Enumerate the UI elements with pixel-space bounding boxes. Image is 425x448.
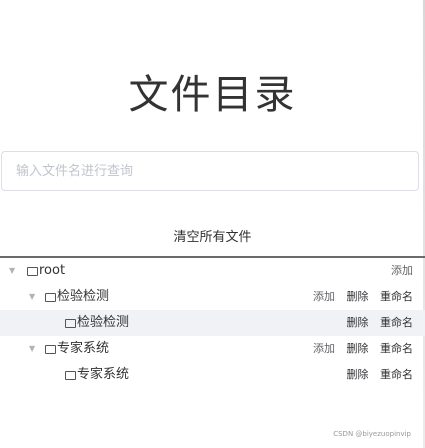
tree-node-file[interactable]: 专家系统 删除 重命名 — [0, 362, 425, 388]
node-actions: 添加 — [383, 258, 413, 284]
node-actions: 删除 重命名 — [339, 362, 414, 388]
file-icon — [65, 371, 76, 380]
tree-node-label: root — [39, 263, 66, 278]
watermark: CSDN @biyezuopinvip — [333, 430, 411, 438]
caret-down-icon[interactable]: ▼ — [9, 258, 15, 284]
tree-node-label: 专家系统 — [57, 341, 110, 356]
tree-node-folder[interactable]: ▼ 检验检测 添加 删除 重命名 — [0, 284, 425, 310]
clear-all-files-button[interactable]: 清空所有文件 — [0, 226, 425, 245]
folder-icon — [45, 345, 56, 354]
rename-button[interactable]: 重命名 — [380, 290, 413, 303]
tree-node-label: 专家系统 — [77, 367, 130, 382]
tree-node-folder[interactable]: ▼ 专家系统 添加 删除 重命名 — [0, 336, 425, 362]
delete-button[interactable]: 删除 — [347, 342, 369, 355]
tree-node-root[interactable]: ▼ root 添加 — [0, 258, 425, 284]
add-button[interactable]: 添加 — [313, 342, 335, 355]
folder-icon — [45, 293, 56, 302]
add-button[interactable]: 添加 — [391, 264, 413, 277]
caret-down-icon[interactable]: ▼ — [29, 336, 35, 362]
file-icon — [65, 319, 76, 328]
rename-button[interactable]: 重命名 — [380, 342, 413, 355]
tree-node-label: 检验检测 — [57, 289, 110, 304]
rename-button[interactable]: 重命名 — [380, 368, 413, 381]
node-actions: 添加 删除 重命名 — [305, 284, 413, 310]
file-tree: ▼ root 添加 ▼ 检验检测 添加 删除 重命名 检验检测 删除 重命名 ▼… — [0, 256, 425, 388]
tree-node-file[interactable]: 检验检测 删除 重命名 — [0, 310, 425, 336]
node-actions: 删除 重命名 — [339, 310, 414, 336]
delete-button[interactable]: 删除 — [347, 290, 369, 303]
rename-button[interactable]: 重命名 — [380, 316, 413, 329]
page-title: 文件目录 — [128, 72, 297, 118]
add-button[interactable]: 添加 — [313, 290, 335, 303]
search-input[interactable] — [1, 151, 419, 191]
folder-icon — [27, 267, 38, 276]
tree-node-label: 检验检测 — [77, 315, 130, 330]
delete-button[interactable]: 删除 — [347, 368, 369, 381]
delete-button[interactable]: 删除 — [347, 316, 369, 329]
caret-down-icon[interactable]: ▼ — [29, 284, 35, 310]
node-actions: 添加 删除 重命名 — [305, 336, 413, 362]
